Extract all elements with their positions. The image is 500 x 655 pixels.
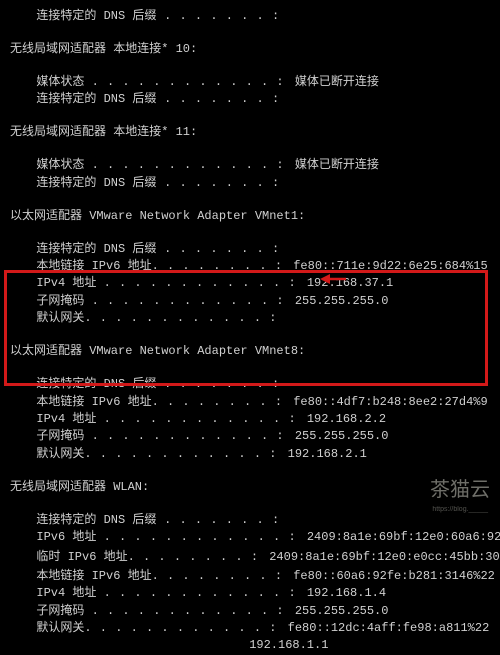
wlan-ipv6-local: 本地链接 IPv6 地址 . . . . . . . . : fe80::60a…: [10, 568, 494, 585]
vmnet1-ipv6-local: 本地链接 IPv6 地址 . . . . . . . . : fe80::711…: [10, 258, 494, 275]
wlan-dns-suffix: 连接特定的 DNS 后缀 . . . . . . . :: [10, 512, 494, 529]
label: 连接特定的 DNS 后缀: [36, 8, 156, 25]
value: [286, 8, 290, 25]
vmnet8-gateway: 默认网关 . . . . . . . . . . . . : 192.168.2…: [10, 446, 494, 463]
vmnet1-ipv4: IPv4 地址 . . . . . . . . . . . . : 192.16…: [10, 275, 494, 292]
vmnet8-dns-suffix: 连接特定的 DNS 后缀 . . . . . . . :: [10, 376, 494, 393]
wlan-gateway: 默认网关 . . . . . . . . . . . . : fe80::12d…: [10, 620, 494, 637]
wlan-ipv4: IPv4 地址 . . . . . . . . . . . . : 192.16…: [10, 585, 494, 602]
vmnet8-ipv4: IPv4 地址 . . . . . . . . . . . . : 192.16…: [10, 411, 494, 428]
local11-media-state: 媒体状态 . . . . . . . . . . . . : 媒体已断开连接: [10, 157, 494, 174]
wlan-gateway-2: 192.168.1.1: [10, 637, 494, 654]
adapter-header-local10: 无线局域网适配器 本地连接* 10:: [10, 41, 494, 58]
wlan-subnet: 子网掩码 . . . . . . . . . . . . : 255.255.2…: [10, 603, 494, 620]
wlan-temp-ipv6: 临时 IPv6 地址 . . . . . . . . : 2409:8a1e:6…: [10, 549, 494, 566]
adapter-header-vmnet8: 以太网适配器 VMware Network Adapter VMnet8:: [10, 343, 494, 360]
local11-dns-suffix: 连接特定的 DNS 后缀 . . . . . . . :: [10, 175, 494, 192]
adapter-header-vmnet1: 以太网适配器 VMware Network Adapter VMnet1:: [10, 208, 494, 225]
adapter-header-local11: 无线局域网适配器 本地连接* 11:: [10, 124, 494, 141]
adapter-header-wlan: 无线局域网适配器 WLAN:: [10, 479, 494, 496]
wlan-ipv6: IPv6 地址 . . . . . . . . . . . . : 2409:8…: [10, 529, 494, 546]
vmnet1-dns-suffix: 连接特定的 DNS 后缀 . . . . . . . :: [10, 241, 494, 258]
vmnet1-subnet: 子网掩码 . . . . . . . . . . . . : 255.255.2…: [10, 293, 494, 310]
local10-media-state: 媒体状态 . . . . . . . . . . . . : 媒体已断开连接: [10, 74, 494, 91]
vmnet8-ipv6-local: 本地链接 IPv6 地址 . . . . . . . . : fe80::4df…: [10, 394, 494, 411]
vmnet1-gateway: 默认网关 . . . . . . . . . . . . :: [10, 310, 494, 327]
intro-dns-suffix-row: 连接特定的 DNS 后缀 . . . . . . . :: [10, 8, 494, 25]
local10-dns-suffix: 连接特定的 DNS 后缀 . . . . . . . :: [10, 91, 494, 108]
vmnet8-subnet: 子网掩码 . . . . . . . . . . . . : 255.255.2…: [10, 428, 494, 445]
